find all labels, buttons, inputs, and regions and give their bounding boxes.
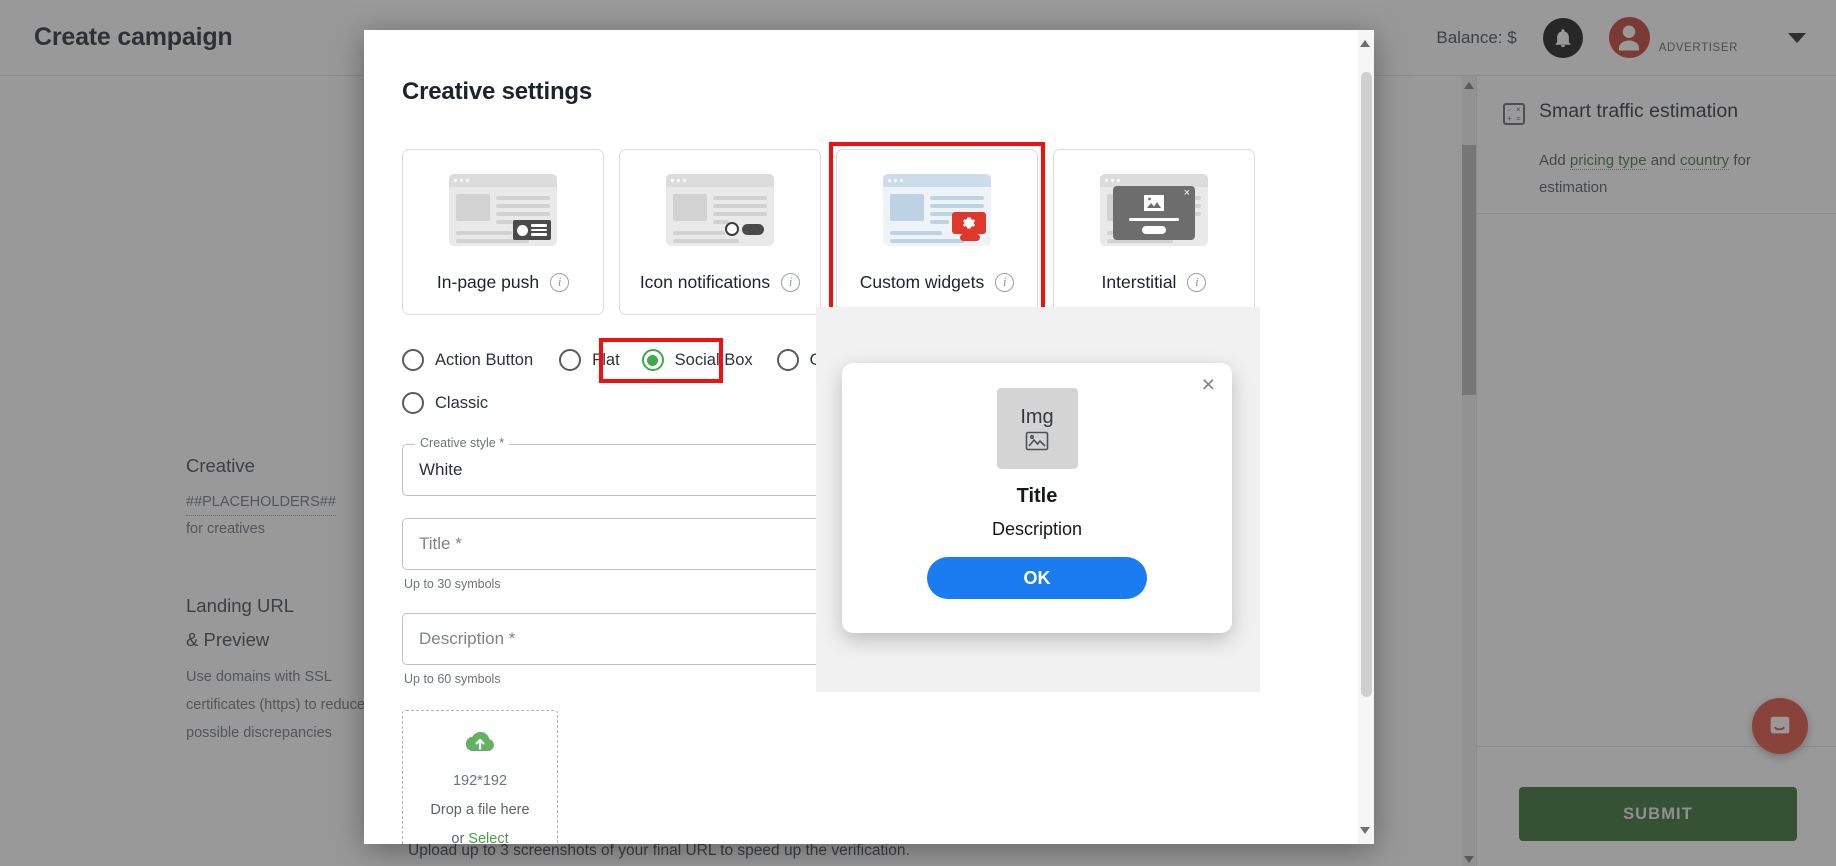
creative-type-label: Custom widgets: [860, 272, 985, 293]
radio-classic[interactable]: Classic: [402, 392, 488, 414]
radio-icon: [559, 349, 581, 371]
title-input[interactable]: Title *: [402, 518, 865, 570]
creative-style-value: White: [419, 460, 462, 480]
preview-image-label: Img: [1020, 406, 1053, 429]
in-page-push-icon: [449, 174, 557, 246]
app-root: Create campaign Balance: $ ADVERTISER Cr…: [0, 0, 1836, 866]
description-helper-text: Up to 60 symbols: [404, 672, 865, 686]
dropzone-instruction: Drop a file here: [430, 802, 529, 818]
creative-type-card-in-page-push[interactable]: In-page push i: [402, 149, 604, 315]
creative-type-card-custom-widgets[interactable]: Custom widgets i: [836, 149, 1038, 315]
modal-scroll-up-icon[interactable]: [1360, 40, 1370, 47]
interstitial-icon: ×: [1100, 174, 1208, 246]
radio-icon-selected: [642, 349, 664, 371]
dropzone-select-link[interactable]: Select: [468, 831, 508, 844]
preview-ok-button[interactable]: OK: [927, 557, 1147, 599]
image-dropzone[interactable]: 192*192 Drop a file here or Select: [402, 710, 558, 844]
modal-title: Creative settings: [402, 78, 1358, 106]
radio-label: Social Box: [675, 351, 753, 370]
close-icon: ×: [1184, 188, 1190, 199]
image-icon: [1025, 431, 1049, 451]
creative-type-cards: In-page push i: [402, 149, 1358, 315]
creative-style-select[interactable]: Creative style * White: [402, 444, 865, 496]
description-input[interactable]: Description *: [402, 613, 865, 665]
dropzone-or: or: [451, 831, 468, 844]
info-icon[interactable]: i: [1187, 273, 1206, 292]
radio-icon: [777, 349, 799, 371]
preview-close-icon[interactable]: ×: [1202, 373, 1215, 396]
creative-type-label: Icon notifications: [640, 272, 770, 293]
icon-notifications-icon: [666, 174, 774, 246]
radio-icon: [402, 392, 424, 414]
creative-type-label: Interstitial: [1102, 272, 1177, 293]
cloud-upload-icon: [464, 729, 496, 760]
radio-icon: [402, 349, 424, 371]
title-helper-text: Up to 30 symbols: [404, 577, 865, 591]
info-icon[interactable]: i: [995, 273, 1014, 292]
radio-flat[interactable]: Flat: [559, 349, 620, 371]
dropzone-size-label: 192*192: [453, 773, 507, 789]
creative-type-label: In-page push: [437, 272, 539, 293]
preview-description: Description: [992, 519, 1082, 540]
radio-action-button[interactable]: Action Button: [402, 349, 533, 371]
radio-label: Classic: [435, 394, 488, 413]
creative-settings-modal: Creative settings: [364, 30, 1374, 844]
title-input-placeholder: Title *: [419, 534, 462, 554]
preview-image-placeholder: Img: [997, 388, 1078, 469]
creative-type-card-icon-notifications[interactable]: Icon notifications i: [619, 149, 821, 315]
description-input-placeholder: Description *: [419, 629, 515, 649]
preview-title: Title: [1017, 485, 1058, 508]
modal-scrollbar-track[interactable]: [1358, 30, 1374, 844]
creative-preview-card: × Img Title Description OK: [842, 363, 1232, 633]
modal-scroll-down-icon[interactable]: [1360, 827, 1370, 834]
info-icon[interactable]: i: [781, 273, 800, 292]
creative-type-card-interstitial[interactable]: × Interstitial i: [1053, 149, 1255, 315]
info-icon[interactable]: i: [550, 273, 569, 292]
creative-style-legend: Creative style *: [415, 436, 509, 450]
radio-label: Action Button: [435, 351, 533, 370]
custom-widgets-icon: [883, 174, 991, 246]
radio-social-box[interactable]: Social Box: [642, 349, 753, 371]
modal-scrollbar-thumb[interactable]: [1361, 72, 1372, 697]
radio-label: Flat: [592, 351, 620, 370]
creative-form: Creative style * White Title * Up to 30 …: [402, 444, 865, 844]
